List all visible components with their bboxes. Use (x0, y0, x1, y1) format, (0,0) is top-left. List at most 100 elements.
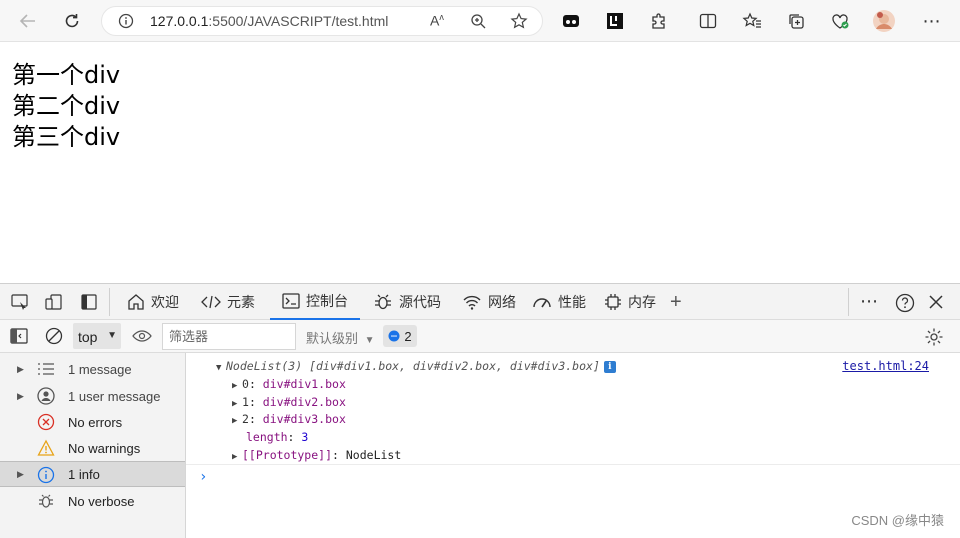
tab-sources[interactable]: 源代码 (373, 284, 441, 320)
length-property: length: 3 (246, 430, 309, 444)
site-info-icon[interactable] (118, 13, 134, 34)
help-icon[interactable] (895, 293, 915, 318)
address-bar[interactable]: 127.0.0.1:5500/JAVASCRIPT/test.html Aʌ (101, 6, 543, 36)
levels-label: 默认级别 (306, 331, 359, 346)
divider (848, 288, 849, 316)
favorites-icon[interactable] (740, 9, 764, 33)
context-select[interactable]: top ▼ (73, 323, 121, 349)
extension-icon[interactable] (603, 9, 627, 33)
zoom-icon[interactable] (470, 13, 487, 35)
extension-icon[interactable] (559, 9, 583, 33)
sidebar-item-warnings[interactable]: No warnings (0, 435, 185, 461)
live-expression-eye-icon[interactable] (132, 329, 152, 348)
expand-arrow-icon[interactable]: ▶ (232, 416, 242, 426)
expand-arrow-icon[interactable]: ▶ (17, 364, 24, 375)
length-key: length (246, 430, 288, 444)
watermark: CSDN @缘中猿 (851, 513, 944, 528)
sidebar-item-user-messages[interactable]: ▶ 1 user message (0, 383, 185, 409)
profile-avatar[interactable] (872, 9, 896, 33)
expand-arrow-icon[interactable]: ▶ (232, 399, 242, 409)
issues-count-badge[interactable]: 2 (383, 325, 417, 347)
show-sidebar-icon[interactable] (10, 328, 28, 349)
console-settings-gear-icon[interactable] (924, 327, 944, 352)
nodelist-entry[interactable]: ▶ 0: div#div1.box (232, 377, 346, 391)
wifi-icon (463, 295, 481, 310)
sidebar-item-messages[interactable]: ▶ 1 message (0, 356, 185, 382)
tab-console[interactable]: 控制台 (270, 284, 360, 320)
extensions-puzzle-icon[interactable] (647, 9, 671, 33)
log-levels-dropdown[interactable]: 默认级别 ▼ (306, 328, 375, 347)
expand-arrow-icon[interactable]: ▶ (17, 469, 24, 480)
devtools-panel: 欢迎 元素 控制台 源代码 网络 性能 内存 + ⋯ top ▼ 筛选器 默认级… (0, 283, 960, 538)
user-icon (37, 387, 55, 405)
tab-performance[interactable]: 性能 (532, 284, 586, 320)
console-icon (282, 293, 300, 309)
entry-value: div#div2.box (262, 395, 346, 409)
back-arrow-icon[interactable] (16, 9, 40, 33)
sidebar-label: 1 message (68, 361, 132, 377)
split-screen-icon[interactable] (696, 9, 720, 33)
prototype-value: NodeList (345, 448, 402, 462)
bug-icon (37, 492, 55, 510)
add-tab-plus-icon[interactable]: + (670, 292, 682, 312)
tab-network[interactable]: 网络 (462, 284, 516, 320)
refresh-icon[interactable] (60, 9, 84, 33)
browser-essentials-icon[interactable] (828, 9, 852, 33)
expand-arrow-icon[interactable]: ▶ (232, 381, 242, 391)
inspect-element-icon[interactable] (11, 294, 29, 315)
prototype-entry[interactable]: ▶ [[Prototype]]: NodeList (232, 448, 401, 462)
dropdown-arrow-icon: ▼ (364, 335, 375, 346)
dock-sidebar-icon[interactable] (81, 294, 97, 315)
sidebar-label: 1 user message (68, 388, 161, 404)
url-host: 127.0.0.1 (150, 13, 209, 29)
read-aloud-icon[interactable]: Aʌ (430, 12, 444, 29)
tab-label: 内存 (628, 294, 656, 310)
gauge-icon (533, 298, 551, 308)
info-badge-icon[interactable]: i (603, 361, 616, 373)
sidebar-label: No verbose (68, 493, 135, 509)
filter-input[interactable] (162, 323, 296, 350)
sidebar-item-info[interactable]: ▶ 1 info (0, 461, 185, 487)
collapse-arrow-icon[interactable]: ▼ (216, 363, 226, 373)
dropdown-arrow-icon: ▼ (107, 330, 117, 341)
sidebar-item-verbose[interactable]: No verbose (0, 488, 185, 514)
page-content: 第一个div 第二个div 第三个div (0, 42, 960, 283)
divider (186, 464, 960, 465)
collections-icon[interactable] (784, 9, 808, 33)
close-devtools-icon[interactable] (928, 294, 944, 315)
url-text: 127.0.0.1:5500/JAVASCRIPT/test.html (150, 13, 388, 29)
tab-label: 欢迎 (151, 294, 179, 310)
source-link[interactable]: test.html:24 (842, 359, 929, 373)
expand-arrow-icon[interactable]: ▶ (232, 452, 242, 462)
sidebar-label: No warnings (68, 440, 141, 456)
tab-label: 元素 (227, 294, 255, 310)
tab-welcome[interactable]: 欢迎 (127, 284, 179, 320)
expand-arrow-icon[interactable]: ▶ (17, 391, 24, 402)
div-text-2: 第二个div (12, 92, 121, 120)
more-menu-icon[interactable]: ⋯ (920, 9, 944, 33)
home-icon (128, 294, 144, 310)
tab-elements[interactable]: 元素 (201, 284, 255, 320)
tab-label: 网络 (488, 294, 516, 310)
entry-value: div#div3.box (262, 412, 346, 426)
device-emulation-icon[interactable] (45, 294, 63, 315)
clear-console-icon[interactable] (45, 327, 63, 350)
entry-key: 2 (242, 412, 249, 426)
sidebar-item-errors[interactable]: No errors (0, 409, 185, 435)
tab-memory[interactable]: 内存 (604, 284, 656, 320)
chip-icon (605, 294, 621, 310)
context-value: top (78, 329, 98, 345)
message-bubble-icon (388, 330, 400, 342)
nodelist-log-header[interactable]: ▼ NodeList(3) [div#div1.box, div#div2.box… (216, 359, 616, 373)
url-path: :5500/JAVASCRIPT/test.html (208, 13, 389, 29)
more-tools-icon[interactable]: ⋯ (860, 291, 878, 312)
browser-toolbar: 127.0.0.1:5500/JAVASCRIPT/test.html Aʌ ⋯ (0, 0, 960, 42)
devtools-tab-bar: 欢迎 元素 控制台 源代码 网络 性能 内存 + ⋯ (0, 284, 960, 320)
div-text-3: 第三个div (12, 123, 121, 151)
entry-key: 0 (242, 377, 249, 391)
nodelist-entry[interactable]: ▶ 2: div#div3.box (232, 412, 346, 426)
error-icon (37, 413, 55, 431)
favorite-star-icon[interactable] (510, 12, 528, 35)
nodelist-entry[interactable]: ▶ 1: div#div2.box (232, 395, 346, 409)
console-prompt-chevron-icon[interactable]: › (199, 469, 207, 485)
